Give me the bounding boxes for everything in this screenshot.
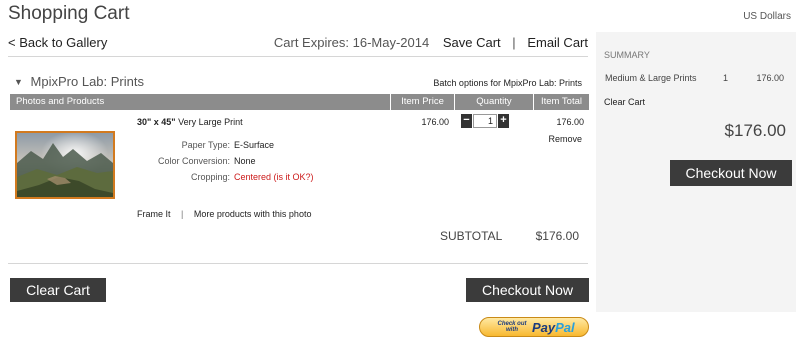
increase-quantity-button[interactable]: + xyxy=(498,114,509,128)
decrease-quantity-button[interactable]: − xyxy=(461,114,472,128)
more-products-link[interactable]: More products with this photo xyxy=(194,209,312,219)
cart-table-header: Photos and Products Item Price Quantity … xyxy=(10,94,589,110)
clear-cart-button[interactable]: Clear Cart xyxy=(10,278,106,302)
summary-title: SUMMARY xyxy=(604,50,650,60)
paypal-checkout-button[interactable]: Check out with PayPal xyxy=(479,317,589,337)
mountain-landscape-image xyxy=(17,133,113,197)
save-cart-link[interactable]: Save Cart xyxy=(443,35,501,50)
divider xyxy=(8,56,588,57)
summary-item-amount: 176.00 xyxy=(756,73,784,83)
summary-clear-cart-link[interactable]: Clear Cart xyxy=(604,97,645,107)
header-quantity: Quantity xyxy=(454,94,533,110)
remove-item-link[interactable]: Remove xyxy=(540,134,582,144)
summary-item-label: Medium & Large Prints xyxy=(605,73,697,83)
paypal-logo-pal: Pal xyxy=(555,320,575,335)
paypal-caption-line-2: with xyxy=(506,327,518,333)
product-type: Very Large Print xyxy=(178,117,243,127)
lab-section-toggle[interactable]: ▼ MpixPro Lab: Prints xyxy=(14,74,144,89)
header-photos-products: Photos and Products xyxy=(16,96,105,107)
separator: | xyxy=(181,209,184,219)
summary-checkout-now-button[interactable]: Checkout Now xyxy=(670,160,792,186)
triangle-down-icon: ▼ xyxy=(14,77,23,87)
cart-actions: Cart Expires: 16-May-2014 Save Cart | Em… xyxy=(274,35,588,50)
item-price: 176.00 xyxy=(421,117,449,127)
quantity-stepper: − 1 + xyxy=(461,114,509,128)
quantity-input[interactable]: 1 xyxy=(473,114,497,128)
checkout-now-button[interactable]: Checkout Now xyxy=(466,278,589,302)
cropping-label: Cropping: xyxy=(190,172,230,182)
paypal-caption: Check out with xyxy=(492,321,532,333)
header-item-total: Item Total xyxy=(533,94,589,110)
back-to-gallery-link[interactable]: < Back to Gallery xyxy=(8,35,107,50)
product-name: 30" x 45" Very Large Print xyxy=(137,117,243,127)
summary-total: $176.00 xyxy=(724,121,786,140)
color-conversion-value: None xyxy=(234,156,256,166)
frame-it-link[interactable]: Frame It xyxy=(137,209,171,219)
subtotal-label: SUBTOTAL xyxy=(440,229,503,243)
product-size: 30" x 45" xyxy=(137,117,176,127)
paper-type-label: Paper Type: xyxy=(181,140,230,150)
divider xyxy=(8,263,588,264)
currency-label: US Dollars xyxy=(743,11,791,22)
subtotal-value: $176.00 xyxy=(535,229,579,243)
cart-toolbar: < Back to Gallery Cart Expires: 16-May-2… xyxy=(8,33,588,55)
paypal-logo: PayPal xyxy=(532,320,575,335)
cart-expiration: Cart Expires: 16-May-2014 xyxy=(273,35,430,50)
color-conversion-label: Color Conversion: xyxy=(157,156,230,166)
cropping-value-link[interactable]: Centered (is it OK?) xyxy=(234,172,314,182)
lab-name: MpixPro Lab: Prints xyxy=(30,74,144,89)
order-summary-panel: SUMMARY Medium & Large Prints 1 176.00 C… xyxy=(596,32,796,312)
page-title: Shopping Cart xyxy=(8,3,130,24)
summary-item-quantity: 1 xyxy=(723,73,729,83)
batch-options-link[interactable]: Batch options for MpixPro Lab: Prints xyxy=(433,78,582,88)
product-links: Frame It | More products with this photo xyxy=(137,209,311,219)
paper-type-value: E-Surface xyxy=(234,140,275,150)
item-total: 176.00 xyxy=(556,117,584,127)
paypal-logo-pay: Pay xyxy=(532,320,556,335)
header-item-price: Item Price xyxy=(390,94,454,110)
separator: | xyxy=(512,35,516,50)
email-cart-link[interactable]: Email Cart xyxy=(527,35,588,50)
